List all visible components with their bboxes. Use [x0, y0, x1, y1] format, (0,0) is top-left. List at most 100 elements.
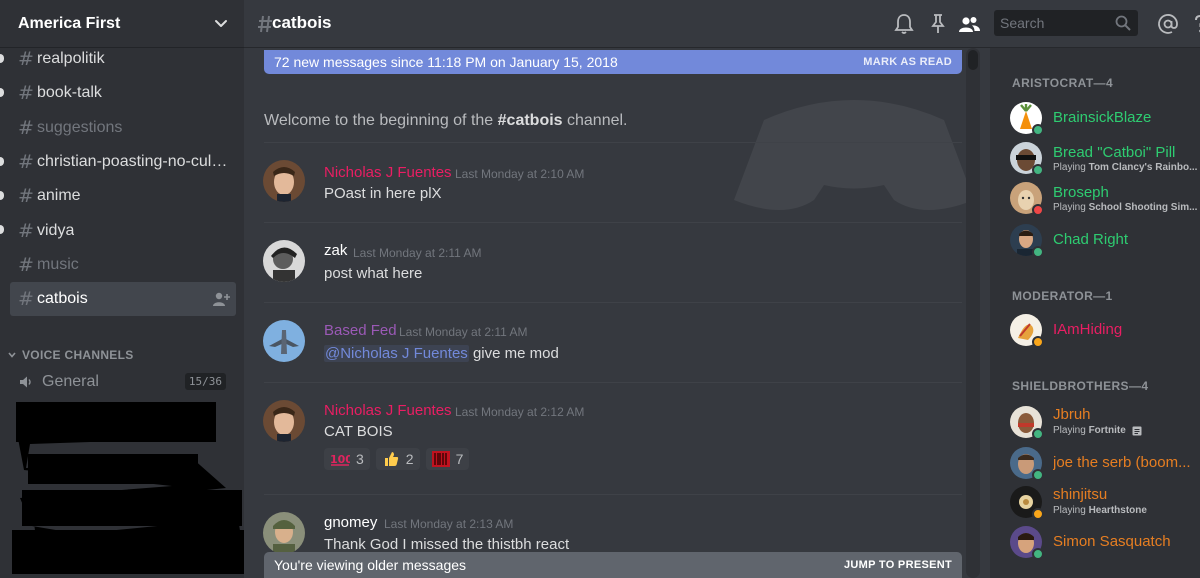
avatar[interactable] [263, 320, 305, 362]
member-item[interactable]: BrainsickBlaze [1002, 98, 1200, 138]
hash-icon: # [18, 253, 34, 276]
channel-label: catbois [37, 290, 88, 308]
message-text: give me mod [468, 345, 559, 362]
reaction-count: 2 [405, 451, 414, 467]
activity-game: Hearthstone [1088, 505, 1147, 516]
server-header[interactable]: America First [0, 0, 244, 48]
avatar[interactable] [263, 400, 305, 442]
welcome-prefix: Welcome to the beginning of the [264, 112, 498, 129]
member-name: BrainsickBlaze [1053, 109, 1152, 126]
activity-prefix: Playing [1053, 162, 1089, 173]
help-icon[interactable] [1188, 12, 1200, 36]
mark-as-read-button[interactable]: MARK AS READ [863, 56, 952, 68]
member-name: IAmHiding [1053, 321, 1123, 338]
channel-item-book-talk[interactable]: # book-talk [0, 76, 236, 110]
member-activity: Playing School Shooting Sim... [1053, 202, 1197, 213]
hash-icon: # [18, 185, 34, 208]
hundred-points-icon: 100 [330, 453, 350, 466]
voice-channel-general[interactable]: General 15/36 [10, 370, 236, 394]
activity-game: School Shooting Sim... [1088, 202, 1198, 213]
message-content: CAT BOIS [324, 423, 393, 440]
scrollbar-thumb[interactable] [968, 50, 978, 70]
voice-channels-category[interactable]: VOICE CHANNELS [0, 346, 244, 364]
member-item[interactable]: Bread "Catboi" Pill Playing Tom Clancy's… [1002, 138, 1200, 178]
member-item[interactable]: shinjitsu Playing Hearthstone [1002, 482, 1200, 522]
message-timestamp: Last Monday at 2:12 AM [455, 405, 585, 419]
member-name: Bread "Catboi" Pill [1053, 144, 1176, 161]
channel-title: catbois [272, 13, 332, 32]
message-author[interactable]: Based Fed [324, 322, 397, 339]
member-name: Simon Sasquatch [1053, 533, 1171, 550]
voice-channel-label: General [42, 373, 99, 390]
message-content: POast in here plX [324, 185, 442, 202]
member-item[interactable]: joe the serb (boom... [1002, 443, 1200, 483]
search-box[interactable] [994, 10, 1138, 36]
role-header: MODERATOR—1 [1012, 289, 1113, 303]
message-timestamp: Last Monday at 2:10 AM [455, 167, 585, 181]
user-mention[interactable]: @Nicholas J Fuentes [324, 345, 469, 362]
channel-item-realpolitik[interactable]: # realpolitik [0, 42, 236, 76]
member-item[interactable]: IAmHiding [1002, 310, 1200, 350]
role-header: SHIELDBROTHERS—4 [1012, 379, 1149, 393]
reaction-hundred-points[interactable]: 100 3 [324, 448, 370, 470]
rich-presence-icon[interactable] [1132, 426, 1142, 436]
hash-icon: # [18, 48, 34, 71]
svg-text:100: 100 [330, 453, 350, 466]
category-label: VOICE CHANNELS [22, 348, 134, 362]
new-messages-text: 72 new messages since 11:18 PM on Januar… [274, 54, 618, 70]
reaction-barcode[interactable]: 7 [425, 448, 470, 470]
reaction-count: 7 [455, 451, 464, 467]
message-author[interactable]: Nicholas J Fuentes [324, 164, 452, 181]
new-messages-banner[interactable]: 72 new messages since 11:18 PM on Januar… [264, 50, 962, 74]
avatar[interactable] [263, 160, 305, 202]
channel-sidebar: America First # realpolitik # book-talk … [0, 0, 244, 578]
message-timestamp: Last Monday at 2:11 AM [353, 246, 482, 260]
older-messages-banner[interactable]: You're viewing older messages JUMP TO PR… [264, 552, 962, 578]
channel-label: suggestions [37, 118, 123, 136]
activity-prefix: Playing [1053, 202, 1089, 213]
speaker-icon [20, 376, 31, 388]
channel-item-christian-poasting[interactable]: # christian-poasting-no-cult... [0, 145, 236, 179]
unread-indicator [0, 54, 4, 63]
unread-indicator [0, 156, 4, 166]
channel-item-music[interactable]: # music [10, 248, 236, 282]
channel-item-anime[interactable]: # anime [0, 179, 236, 213]
message-content: @Nicholas J Fuentes give me mod [324, 345, 559, 362]
bell-icon[interactable] [892, 12, 916, 36]
message-author[interactable]: zak [324, 242, 347, 259]
message-divider [264, 222, 962, 223]
member-item[interactable]: Broseph Playing School Shooting Sim... [1002, 178, 1200, 218]
at-mention-icon[interactable] [1156, 12, 1180, 36]
message-divider [264, 494, 962, 495]
member-item[interactable]: Simon Sasquatch [1002, 522, 1200, 562]
channel-item-suggestions[interactable]: # suggestions [10, 111, 236, 145]
message-pane: 72 new messages since 11:18 PM on Januar… [244, 48, 972, 578]
status-idle-icon [1032, 336, 1044, 348]
avatar[interactable] [263, 512, 305, 554]
search-input[interactable] [994, 10, 1114, 36]
channel-item-catbois[interactable]: # catbois [10, 282, 236, 317]
member-item[interactable]: Chad Right [1002, 220, 1200, 260]
message-divider [264, 302, 962, 303]
pin-icon[interactable] [926, 12, 950, 36]
jump-to-present-button[interactable]: JUMP TO PRESENT [844, 559, 952, 571]
avatar[interactable] [263, 240, 305, 282]
message-author[interactable]: Nicholas J Fuentes [324, 402, 452, 419]
chevron-down-icon [8, 352, 16, 358]
channel-item-vidya[interactable]: # vidya [0, 213, 236, 247]
status-online-icon [1032, 246, 1044, 258]
status-online-icon [1032, 164, 1044, 176]
discord-app: America First # realpolitik # book-talk … [0, 0, 1200, 578]
members-icon[interactable] [957, 12, 981, 36]
member-name: Chad Right [1053, 231, 1129, 248]
reaction-thumbs-up[interactable]: 2 [375, 448, 420, 470]
discord-watermark-icon [734, 100, 972, 210]
message-scrollbar[interactable] [966, 48, 980, 578]
add-user-icon[interactable] [212, 291, 230, 307]
member-activity: Playing Tom Clancy's Rainbo... [1053, 162, 1197, 173]
member-item[interactable]: Jbruh Playing Fortnite [1002, 402, 1200, 442]
channel-label: realpolitik [37, 50, 105, 68]
message-author[interactable]: gnomey [324, 514, 377, 531]
server-name: America First [18, 14, 121, 32]
search-icon[interactable] [1114, 14, 1132, 32]
